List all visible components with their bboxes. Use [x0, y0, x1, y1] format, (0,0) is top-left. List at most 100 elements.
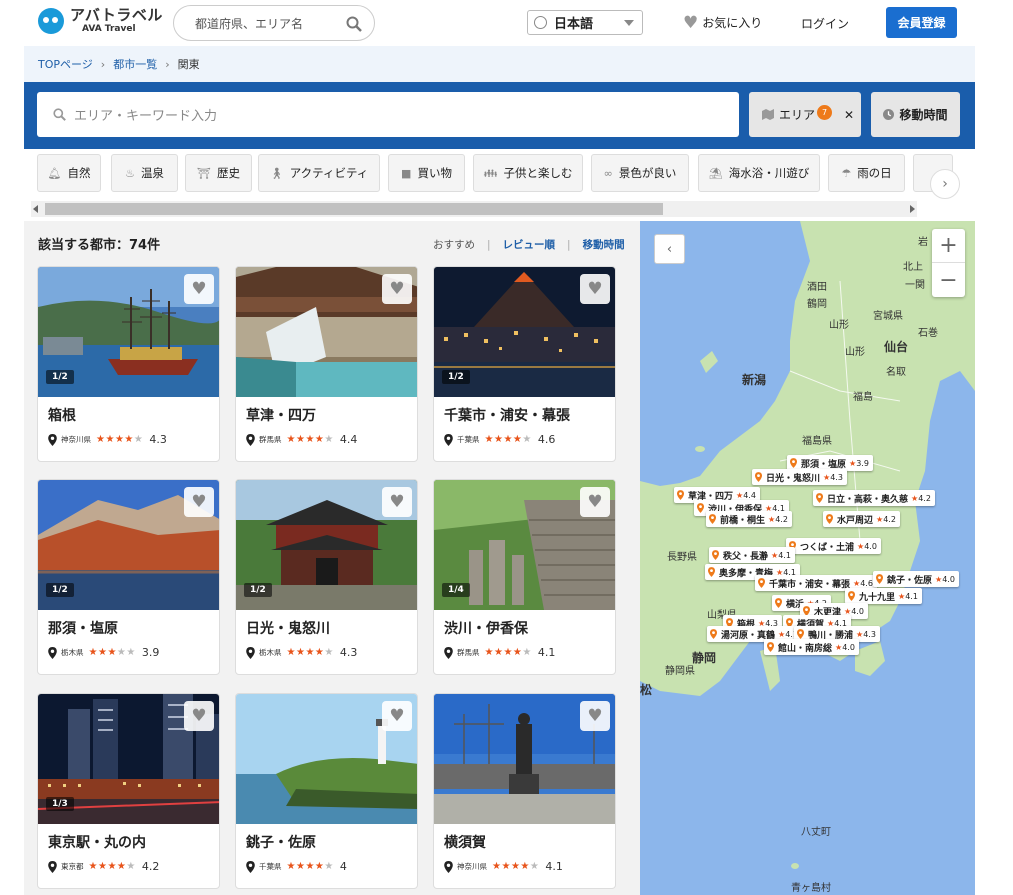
map-label: 仙台 — [884, 340, 909, 354]
city-meta: 神奈川県 ★★★★★ 4.3 — [48, 433, 167, 446]
horizontal-scrollbar[interactable] — [31, 201, 917, 217]
language-select[interactable]: 日本語 — [527, 10, 643, 35]
star-icon: ★ — [522, 647, 532, 658]
city-card[interactable]: ♥ 1/2 箱根 神奈川県 ★★★★★ 4.3 — [37, 266, 220, 462]
favorite-heart-icon[interactable]: ♥ — [580, 487, 610, 517]
sort-recommended[interactable]: おすすめ — [433, 237, 475, 252]
keyword-search-placeholder: エリア・キーワード入力 — [74, 109, 218, 124]
city-card[interactable]: ♥ 1/2 日光・鬼怒川 栃木県 ★★★★★ 4.3 — [235, 479, 418, 675]
favorite-heart-icon[interactable]: ♥ — [184, 487, 214, 517]
site-logo[interactable]: アバトラベル AVA Travel — [38, 8, 163, 34]
map-pin-rating: 4.0 — [942, 574, 955, 584]
map-pin[interactable]: つくば・土浦 ★ 4.0 — [786, 538, 881, 554]
chip-scenery[interactable]: ∞ 景色が良い — [591, 154, 689, 192]
chevron-down-icon — [624, 20, 634, 26]
location-pin-icon — [246, 646, 255, 659]
map-pin[interactable]: 銚子・佐原 ★ 4.0 — [873, 571, 959, 587]
scroll-left-arrow[interactable] — [33, 205, 38, 213]
sort-travel-time[interactable]: 移動時間 — [583, 237, 625, 252]
star-icon: ★ — [522, 434, 532, 445]
star-icon: ★ — [324, 861, 334, 872]
city-meta: 神奈川県 ★★★★★ 4.1 — [444, 860, 563, 873]
login-link[interactable]: ログイン — [801, 15, 849, 32]
map-pin[interactable]: 日立・高萩・奥久慈 ★ 4.2 — [813, 490, 935, 506]
city-name: 銚子・佐原 — [246, 835, 316, 851]
zoom-in-button[interactable]: + — [932, 229, 965, 263]
collapse-map-button[interactable]: ‹ — [654, 234, 685, 264]
favorite-heart-icon[interactable]: ♥ — [580, 274, 610, 304]
chip-onsen[interactable]: ♨ 温泉 — [111, 154, 178, 192]
chevron-right-icon[interactable]: › — [930, 169, 960, 199]
star-icon: ★ — [124, 434, 134, 445]
sort-review[interactable]: レビュー順 — [503, 237, 556, 252]
city-meta: 千葉県 ★★★★★ 4.6 — [444, 433, 555, 446]
map-pin[interactable]: 日光・鬼怒川 ★ 4.3 — [752, 469, 847, 485]
map-pin[interactable]: 水戸周辺 ★ 4.2 — [823, 511, 900, 527]
city-name: 草津・四万 — [246, 408, 316, 424]
favorite-heart-icon[interactable]: ♥ — [184, 701, 214, 731]
city-name: 箱根 — [48, 408, 76, 424]
chip-beach[interactable]: ⛱ 海水浴・川遊び — [698, 154, 820, 192]
city-card[interactable]: ♥ 1/2 千葉市・浦安・幕張 千葉県 ★★★★★ 4.6 — [433, 266, 616, 462]
location-pin-icon — [848, 591, 855, 601]
chip-rainy-day[interactable]: ☂ 雨の日 — [828, 154, 905, 192]
star-icon: ★ — [835, 642, 843, 652]
favorite-heart-icon[interactable]: ♥ — [382, 701, 412, 731]
star-rating: ★★★★★ — [287, 434, 334, 445]
location-pin-icon — [444, 646, 453, 659]
chip-history[interactable]: ⛩ 歴史 — [185, 154, 252, 192]
map-label: 北上 — [903, 262, 923, 273]
umbrella-icon: ☂ — [841, 166, 852, 180]
location-pin-icon — [712, 550, 719, 560]
breadcrumb-top[interactable]: TOPページ — [38, 56, 93, 72]
travel-time-button[interactable]: 移動時間 — [871, 92, 960, 137]
map-pin[interactable]: 九十九里 ★ 4.1 — [845, 588, 922, 604]
register-button[interactable]: 会員登録 — [886, 7, 957, 38]
chip-nature[interactable]: 🔔︎ 自然 — [37, 154, 101, 192]
map-icon — [762, 109, 774, 120]
favorites-link[interactable]: ♥ お気に入り — [683, 14, 762, 31]
map-label: 長野県 — [667, 552, 697, 563]
area-filter-button[interactable]: エリア 7 ✕ — [749, 92, 861, 137]
star-icon: ★ — [286, 434, 296, 445]
map-pin[interactable]: 前橋・桐生 ★ 4.2 — [706, 511, 792, 527]
city-card[interactable]: ♥ 1/3 東京駅・丸の内 東京都 ★★★★★ 4.2 — [37, 693, 220, 889]
header-search-placeholder: 都道府県、エリア名 — [195, 16, 304, 31]
city-card[interactable]: ♥ 銚子・佐原 千葉県 ★★★★★ 4 — [235, 693, 418, 889]
favorite-heart-icon[interactable]: ♥ — [382, 487, 412, 517]
star-icon: ★ — [849, 458, 857, 468]
map-pin[interactable]: 秩父・長瀞 ★ 4.1 — [709, 547, 795, 563]
breadcrumb-cities[interactable]: 都市一覧 — [113, 56, 157, 72]
favorite-heart-icon[interactable]: ♥ — [382, 274, 412, 304]
city-card[interactable]: ♥ 横須賀 神奈川県 ★★★★★ 4.1 — [433, 693, 616, 889]
map-pin-name: 銚子・佐原 — [887, 575, 933, 586]
location-pin-icon — [826, 514, 833, 524]
photo-pager: 1/2 — [244, 583, 272, 597]
city-card[interactable]: ♥ 1/2 那須・塩原 栃木県 ★★★★★ 3.9 — [37, 479, 220, 675]
map-pin-rating: 4.2 — [775, 514, 788, 524]
city-card[interactable]: ♥ 1/4 渋川・伊香保 群馬県 ★★★★★ 4.1 — [433, 479, 616, 675]
results-pane: 該当する都市：74件 おすすめ | レビュー順 | 移動時間 ♥ 1/2 箱根 … — [24, 221, 640, 895]
chip-shopping[interactable]: ■ 買い物 — [388, 154, 465, 192]
zoom-out-button[interactable]: − — [932, 263, 965, 297]
favorite-heart-icon[interactable]: ♥ — [184, 274, 214, 304]
map-label: 八丈町 — [801, 827, 831, 838]
star-icon: ★ — [503, 434, 513, 445]
map-pin[interactable]: 館山・南房総 ★ 4.0 — [764, 639, 859, 655]
map-pin-name: つくば・土浦 — [800, 542, 855, 553]
favorite-heart-icon[interactable]: ♥ — [580, 701, 610, 731]
chip-activity[interactable]: 🚶︎ アクティビティ — [258, 154, 380, 192]
header-search-input[interactable]: 都道府県、エリア名 — [173, 5, 375, 41]
scrollbar-thumb[interactable] — [45, 203, 663, 215]
search-icon[interactable] — [346, 16, 362, 32]
map-panel[interactable]: ‹ + − 岩 北上 一関 石巻 酒田 鶴岡 山形 宮城県 山形 仙台 名取 新… — [640, 221, 975, 895]
close-icon[interactable]: ✕ — [844, 108, 854, 122]
chip-kids[interactable]: 👪︎ 子供と楽しむ — [473, 154, 583, 192]
scroll-right-arrow[interactable] — [910, 205, 915, 213]
city-card[interactable]: ♥ 草津・四万 群馬県 ★★★★★ 4.4 — [235, 266, 418, 462]
hiker-icon: 🚶︎ — [269, 166, 284, 180]
keyword-search-input[interactable]: エリア・キーワード入力 — [37, 92, 739, 137]
map-zoom-controls: + − — [932, 229, 965, 297]
location-pin-icon — [710, 629, 717, 639]
logo-text-jp: アバトラベル — [70, 6, 163, 24]
